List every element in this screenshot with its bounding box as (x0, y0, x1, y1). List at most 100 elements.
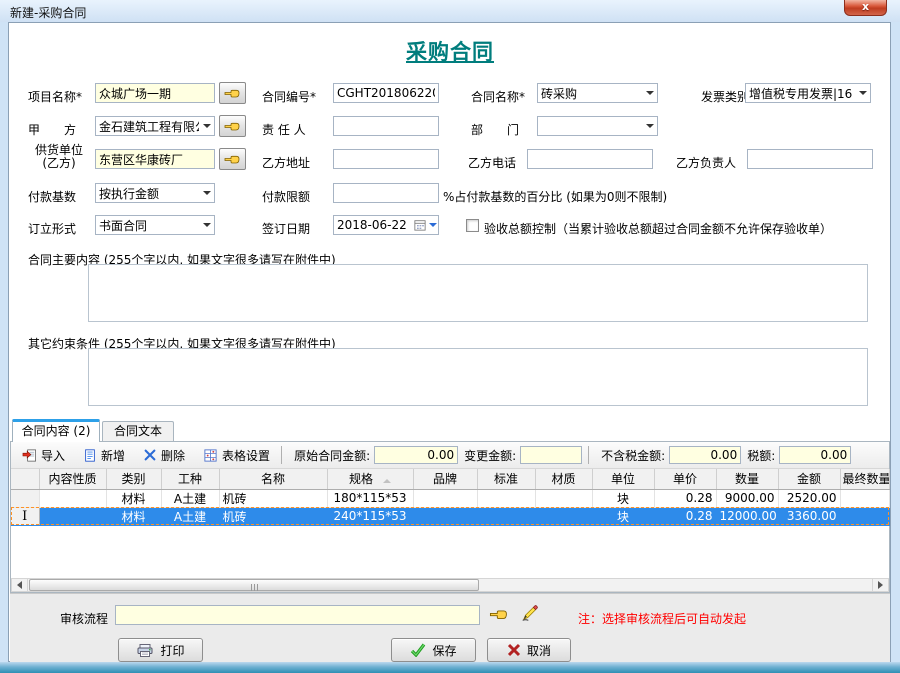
party-b-address-label: 乙方地址 (262, 154, 310, 171)
new-document-icon (83, 448, 97, 463)
party-b-phone-input[interactable] (527, 149, 653, 169)
column-header[interactable]: 金额 (778, 469, 840, 489)
payment-base-select[interactable]: 按执行金额 (95, 183, 215, 203)
audit-flow-lookup-button[interactable] (489, 606, 509, 622)
contract-form-value: 书面合同 (96, 217, 199, 234)
horizontal-scrollbar[interactable] (11, 578, 889, 592)
contract-no-input[interactable] (333, 83, 439, 103)
party-b-address-input[interactable] (333, 149, 439, 169)
audit-flow-edit-button[interactable] (521, 604, 539, 622)
column-header[interactable]: 名称 (219, 469, 327, 489)
pencil-icon (521, 604, 539, 622)
row-selector[interactable]: I (11, 507, 39, 525)
check-icon (410, 643, 426, 657)
department-label: 部 门 (471, 121, 519, 138)
net-amount-label: 不含税金额: (601, 447, 665, 464)
contract-form-label: 订立形式 (28, 220, 76, 237)
sign-date-picker[interactable]: 2018-06-22 (333, 215, 439, 235)
other-terms-textarea[interactable] (88, 348, 868, 406)
column-header[interactable]: 内容性质 (39, 469, 106, 489)
column-header[interactable]: 材质 (535, 469, 592, 489)
chevron-down-icon (199, 184, 214, 202)
print-button[interactable]: 打印 (118, 638, 203, 662)
invoice-type-value: 增值税专用发票|16 (746, 85, 855, 102)
scrollbar-grip-icon (250, 576, 259, 595)
x-icon (507, 643, 521, 657)
page-title: 采购合同 (0, 36, 900, 66)
acceptance-control-checkbox[interactable] (466, 219, 479, 232)
column-header[interactable]: 数量 (716, 469, 778, 489)
party-a-value: 金石建筑工程有限公司 (96, 118, 199, 135)
project-name-input[interactable] (95, 83, 215, 103)
save-button[interactable]: 保存 (391, 638, 476, 662)
contract-name-select[interactable]: 砖采购 (537, 83, 658, 103)
title-bar: 新建-采购合同 (0, 0, 900, 22)
add-row-button[interactable]: 新增 (78, 445, 130, 466)
grid-settings-button[interactable]: 表格设置 (198, 445, 275, 466)
scrollbar-thumb[interactable] (29, 579, 479, 591)
change-amount-input[interactable] (520, 446, 582, 464)
tax-amount-input[interactable] (779, 446, 851, 464)
party-a-label: 甲 方 (28, 121, 76, 138)
calendar-icon (414, 219, 426, 231)
arrow-left-icon (17, 581, 22, 589)
contract-no-label: 合同编号* (262, 88, 316, 105)
arrow-right-icon (878, 581, 883, 589)
party-a-select[interactable]: 金石建筑工程有限公司 (95, 116, 215, 136)
project-lookup-button[interactable] (219, 82, 246, 104)
row-selector-header (11, 469, 39, 489)
payment-limit-input[interactable] (333, 183, 439, 203)
supplier-input[interactable] (95, 149, 215, 169)
row-selector[interactable] (11, 489, 39, 507)
main-content-textarea[interactable] (88, 264, 868, 322)
net-amount-input[interactable] (669, 446, 741, 464)
party-b-phone-label: 乙方电话 (468, 154, 516, 171)
column-header[interactable]: 工种 (161, 469, 219, 489)
import-button[interactable]: 导入 (17, 445, 70, 466)
toolbar-separator (281, 446, 282, 464)
table-header-row: 内容性质 类别 工种 名称 规格 品牌 标准 材质 单位 单价 数量 金额 最终… (11, 469, 889, 489)
close-button[interactable]: x (844, 0, 887, 16)
scroll-right-button[interactable] (872, 579, 888, 591)
chevron-down-icon (199, 216, 214, 234)
delete-row-button[interactable]: 删除 (138, 445, 190, 466)
chevron-down-icon (642, 117, 657, 135)
column-header[interactable]: 标准 (477, 469, 535, 489)
column-header[interactable]: 规格 (327, 469, 413, 489)
invoice-type-select[interactable]: 增值税专用发票|16 (745, 83, 871, 103)
column-header[interactable]: 品牌 (413, 469, 477, 489)
toolbar-separator (588, 446, 589, 464)
contract-form-select[interactable]: 书面合同 (95, 215, 215, 235)
department-select[interactable] (537, 116, 658, 136)
grid-toolbar: 导入 新增 删除 表格设置 原始合同金额: 变更金额: 不含税金额: 税额: (11, 442, 889, 469)
text-cursor: I (22, 509, 27, 524)
responsible-label: 责 任 人 (262, 121, 306, 138)
column-header[interactable]: 单价 (654, 469, 716, 489)
payment-limit-label: 付款限额 (262, 188, 310, 205)
audit-flow-label: 审核流程 (60, 610, 108, 627)
supplier-lookup-button[interactable] (219, 148, 246, 170)
cancel-button[interactable]: 取消 (487, 638, 571, 662)
audit-flow-note: 注：选择审核流程后可自动发起 (578, 610, 746, 627)
acceptance-control-label: 验收总额控制（当累计验收总额超过合同金额不允许保存验收单） (484, 220, 832, 237)
chevron-down-icon (855, 84, 870, 102)
tab-contract-content[interactable]: 合同内容 (2) (12, 419, 100, 442)
tab-contract-text[interactable]: 合同文本 (102, 421, 174, 442)
close-icon: x (862, 0, 869, 13)
party-b-contact-input[interactable] (747, 149, 873, 169)
window-bottom-edge (0, 662, 900, 673)
sign-date-value: 2018-06-22 (334, 218, 414, 232)
table-row-selected[interactable]: I 材料 A土建 机砖 240*115*53 块 0.28 12000.00 3… (11, 507, 889, 525)
original-amount-label: 原始合同金额: (294, 447, 370, 464)
party-a-lookup-button[interactable] (219, 115, 246, 137)
column-header[interactable]: 单位 (592, 469, 654, 489)
responsible-input[interactable] (333, 116, 439, 136)
table-row[interactable]: 材料 A土建 机砖 180*115*53 块 0.28 9000.00 2520… (11, 489, 889, 507)
audit-flow-input[interactable] (115, 605, 480, 625)
original-amount-input[interactable] (374, 446, 458, 464)
column-header[interactable]: 类别 (106, 469, 161, 489)
column-header[interactable]: 最终数量 (840, 469, 889, 489)
contract-items-table: 内容性质 类别 工种 名称 规格 品牌 标准 材质 单位 单价 数量 金额 最终… (11, 469, 890, 526)
chevron-down-icon (642, 84, 657, 102)
scroll-left-button[interactable] (12, 579, 28, 591)
